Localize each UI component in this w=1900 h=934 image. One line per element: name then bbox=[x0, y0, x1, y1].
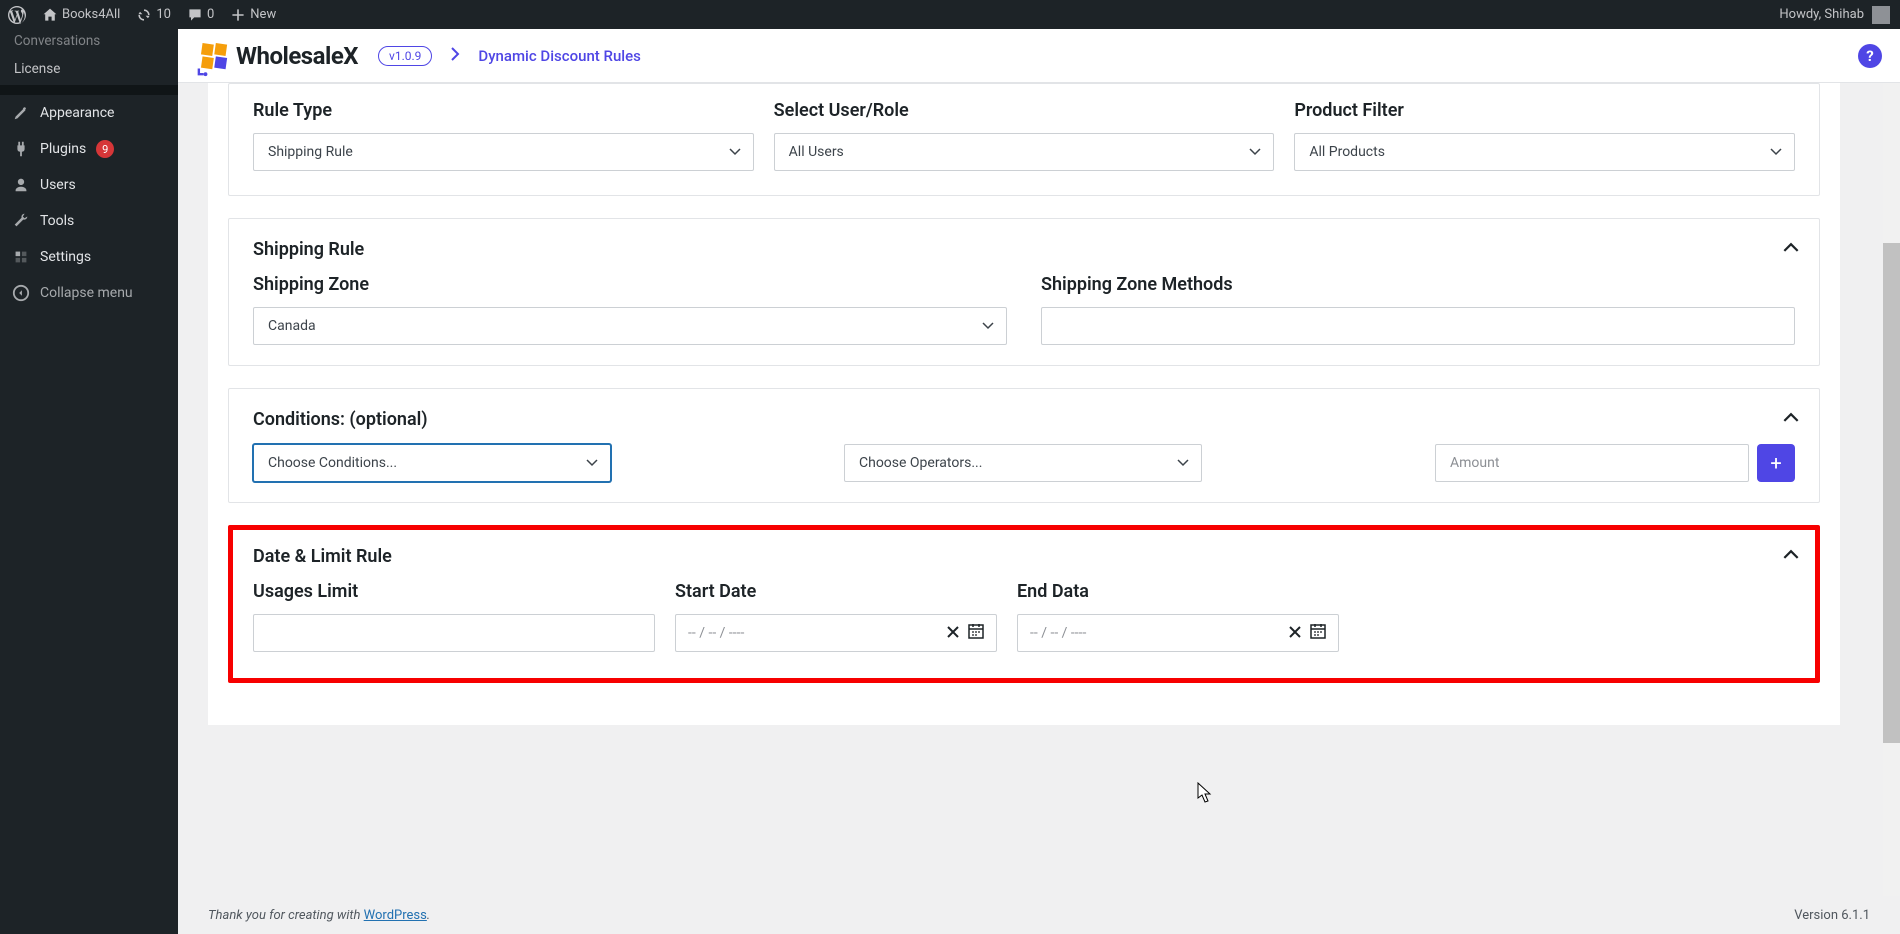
sidebar-item-label: Plugins bbox=[40, 141, 86, 157]
brush-icon bbox=[12, 104, 30, 122]
sidebar-item-label: Settings bbox=[40, 249, 91, 265]
updates-icon bbox=[136, 7, 152, 23]
plugin-brand: WholesaleX bbox=[236, 42, 358, 70]
datelimit-title: Date & Limit Rule bbox=[253, 546, 1795, 567]
shipping-methods-select[interactable] bbox=[1041, 307, 1795, 345]
sidebar-item-label: Tools bbox=[40, 213, 74, 229]
sidebar-item-label: Users bbox=[40, 177, 76, 193]
calendar-icon[interactable] bbox=[968, 623, 984, 643]
wp-logo-icon[interactable] bbox=[0, 0, 34, 29]
sidebar-item-users[interactable]: Users bbox=[0, 167, 178, 203]
chevron-right-icon bbox=[450, 46, 460, 65]
wp-footer: Thank you for creating with WordPress. V… bbox=[178, 896, 1900, 934]
main-content: WholesaleX v1.0.9 Dynamic Discount Rules… bbox=[178, 29, 1900, 934]
collapse-icon bbox=[12, 284, 30, 302]
plug-icon bbox=[12, 140, 30, 158]
panel-date-limit: Date & Limit Rule Usages Limit Start Dat… bbox=[228, 525, 1820, 683]
toolbar-site[interactable]: Books4All bbox=[34, 0, 128, 29]
plugins-badge: 9 bbox=[96, 140, 114, 158]
usages-limit-input[interactable] bbox=[253, 614, 655, 652]
chevron-down-icon bbox=[1249, 144, 1261, 160]
avatar bbox=[1872, 6, 1890, 24]
toolbar-comments-count: 0 bbox=[207, 7, 214, 22]
conditions-title: Conditions: (optional) bbox=[253, 409, 1795, 430]
chevron-down-icon bbox=[729, 144, 741, 160]
home-icon bbox=[42, 7, 58, 23]
wrench-icon bbox=[12, 212, 30, 230]
help-button[interactable]: ? bbox=[1858, 44, 1882, 68]
collapse-up-icon[interactable] bbox=[1783, 237, 1799, 256]
shipping-rule-title: Shipping Rule bbox=[253, 239, 1795, 260]
toolbar-greeting: Howdy, Shihab bbox=[1779, 7, 1864, 22]
sidebar-item-plugins[interactable]: Plugins 9 bbox=[0, 131, 178, 167]
operators-select[interactable]: Choose Operators... bbox=[844, 444, 1202, 482]
toolbar-new[interactable]: New bbox=[222, 0, 284, 29]
toolbar-updates[interactable]: 10 bbox=[128, 0, 179, 29]
wp-admin-toolbar: Books4All 10 0 New Howdy, Shihab bbox=[0, 0, 1900, 29]
chevron-down-icon bbox=[586, 455, 598, 471]
toolbar-updates-count: 10 bbox=[156, 7, 171, 22]
sidebar-item-label: Collapse menu bbox=[40, 285, 133, 301]
wp-version: Version 6.1.1 bbox=[1794, 908, 1870, 923]
shipping-zone-label: Shipping Zone bbox=[253, 274, 1007, 295]
sidebar-item-label: Appearance bbox=[40, 105, 114, 121]
mouse-cursor-icon bbox=[1197, 782, 1213, 804]
product-filter-label: Product Filter bbox=[1294, 100, 1795, 121]
end-date-label: End Data bbox=[1017, 581, 1339, 602]
collapse-up-icon[interactable] bbox=[1783, 407, 1799, 426]
start-date-input[interactable]: -- / -- / ---- bbox=[675, 614, 997, 652]
close-icon[interactable] bbox=[946, 624, 960, 643]
collapse-up-icon[interactable] bbox=[1783, 544, 1799, 563]
panel-shipping-rule: Shipping Rule Shipping Zone Canada Shipp… bbox=[228, 218, 1820, 366]
sidebar-item-collapse[interactable]: Collapse menu bbox=[0, 275, 178, 311]
rule-type-label: Rule Type bbox=[253, 100, 754, 121]
panel-rule-type: Rule Type Shipping Rule Select User/Role… bbox=[228, 83, 1820, 196]
toolbar-user-menu[interactable]: Howdy, Shihab bbox=[1779, 6, 1900, 24]
sidebar-item-conversations[interactable]: Conversations bbox=[0, 29, 178, 53]
rule-type-select[interactable]: Shipping Rule bbox=[253, 133, 754, 171]
toolbar-comments[interactable]: 0 bbox=[179, 0, 222, 29]
comment-icon bbox=[187, 7, 203, 23]
wp-admin-sidebar: Conversations License Appearance Plugins… bbox=[0, 29, 178, 934]
amount-input[interactable] bbox=[1435, 444, 1749, 482]
add-condition-button[interactable]: + bbox=[1757, 444, 1795, 482]
plugin-header: WholesaleX v1.0.9 Dynamic Discount Rules… bbox=[178, 29, 1900, 83]
start-date-label: Start Date bbox=[675, 581, 997, 602]
sidebar-item-tools[interactable]: Tools bbox=[0, 203, 178, 239]
wordpress-link[interactable]: WordPress bbox=[364, 908, 427, 923]
wholesalex-logo-icon bbox=[196, 40, 228, 72]
chevron-down-icon bbox=[1177, 455, 1189, 471]
sidebar-item-license[interactable]: License bbox=[0, 53, 178, 85]
chevron-down-icon bbox=[982, 318, 994, 334]
shipping-zone-select[interactable]: Canada bbox=[253, 307, 1007, 345]
sidebar-item-appearance[interactable]: Appearance bbox=[0, 95, 178, 131]
product-filter-select[interactable]: All Products bbox=[1294, 133, 1795, 171]
panel-conditions: Conditions: (optional) Choose Conditions… bbox=[228, 388, 1820, 503]
plus-icon bbox=[230, 7, 246, 23]
breadcrumb-page[interactable]: Dynamic Discount Rules bbox=[478, 47, 640, 65]
shipping-methods-label: Shipping Zone Methods bbox=[1041, 274, 1795, 295]
calendar-icon[interactable] bbox=[1310, 623, 1326, 643]
usages-limit-label: Usages Limit bbox=[253, 581, 655, 602]
conditions-select[interactable]: Choose Conditions... bbox=[253, 444, 611, 482]
toolbar-site-name: Books4All bbox=[62, 7, 120, 22]
toolbar-new-label: New bbox=[250, 7, 276, 22]
close-icon[interactable] bbox=[1288, 624, 1302, 643]
user-icon bbox=[12, 176, 30, 194]
sidebar-item-settings[interactable]: Settings bbox=[0, 239, 178, 275]
settings-icon bbox=[12, 248, 30, 266]
select-user-select[interactable]: All Users bbox=[774, 133, 1275, 171]
select-user-label: Select User/Role bbox=[774, 100, 1275, 121]
plugin-version-badge: v1.0.9 bbox=[378, 46, 432, 66]
scrollbar[interactable] bbox=[1883, 83, 1900, 934]
chevron-down-icon bbox=[1770, 144, 1782, 160]
end-date-input[interactable]: -- / -- / ---- bbox=[1017, 614, 1339, 652]
